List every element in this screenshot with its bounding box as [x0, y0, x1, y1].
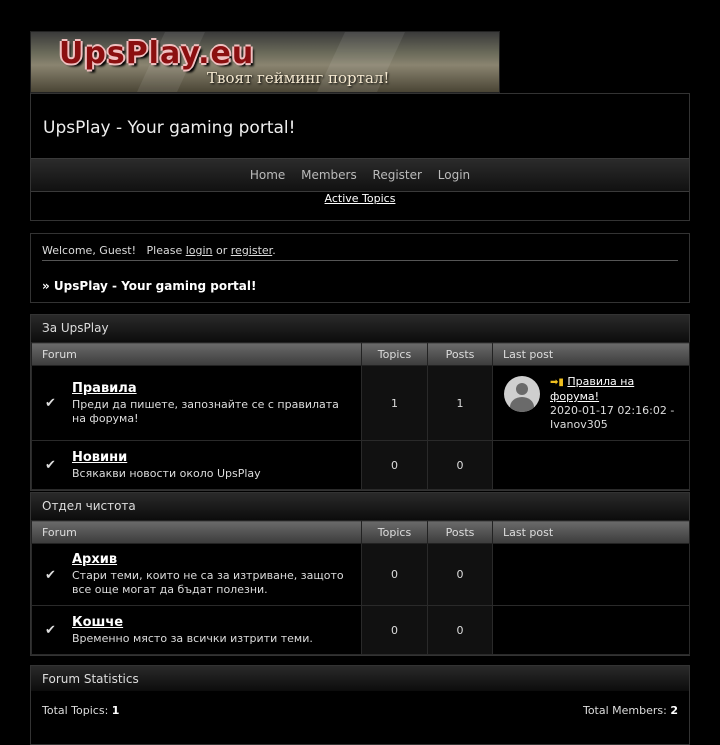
forum-table: Forum Topics Posts Last post ✔ Правила П…: [31, 342, 690, 490]
welcome-suffix: .: [272, 244, 276, 257]
forum-read-icon: ✔: [45, 623, 56, 638]
page-title: UpsPlay - Your gaming portal!: [43, 118, 296, 138]
col-forum: Forum: [31, 342, 362, 366]
forum-link-pravila[interactable]: Правила: [72, 381, 353, 396]
banner-logo: UpsPlay.eu: [59, 36, 255, 71]
forum-table: Forum Topics Posts Last post ✔ Архив Ста…: [31, 520, 690, 655]
table-row: ✔ Кошче Временно място за всички изтрити…: [31, 605, 690, 655]
col-posts: Posts: [427, 520, 493, 544]
active-topics-bar: Active Topics: [31, 192, 689, 205]
forum-description: Всякакви новости около UpsPlay: [72, 466, 261, 480]
nav-members[interactable]: Members: [301, 168, 357, 182]
welcome-box: Welcome, Guest! Please login or register…: [30, 233, 690, 303]
total-topics-label: Total Topics:: [42, 704, 109, 717]
forum-cell: ✔ Новини Всякакви новости около UpsPlay: [31, 440, 362, 490]
forum-link-arhiv[interactable]: Архив: [72, 552, 353, 567]
nav-home[interactable]: Home: [250, 168, 285, 182]
banner-tagline: Твоят гейминг портал!: [207, 69, 390, 87]
total-members-value: 2: [670, 704, 678, 717]
forum-statistics: Forum Statistics Total Topics: 1 Total M…: [30, 665, 690, 745]
total-topics-value: 1: [111, 704, 120, 717]
forum-cell: ✔ Кошче Временно място за всички изтрити…: [31, 605, 362, 655]
col-last-post: Last post: [492, 520, 690, 544]
last-post-author[interactable]: Ivanov305: [550, 418, 608, 431]
col-forum: Forum: [31, 520, 362, 544]
last-post-cell: [492, 605, 690, 655]
divider: [42, 260, 678, 261]
table-row: ✔ Правила Преди да пишете, запознайте се…: [31, 365, 690, 441]
avatar[interactable]: [504, 376, 540, 412]
topics-count: 0: [361, 440, 428, 490]
forum-read-icon: ✔: [45, 567, 56, 583]
total-topics: Total Topics: 1: [42, 704, 119, 717]
forum-description: Преди да пишете, запознайте се с правила…: [72, 397, 339, 425]
site-header: UpsPlay - Your gaming portal! Home Membe…: [30, 93, 690, 221]
posts-count: 1: [427, 365, 493, 441]
main-nav: Home Members Register Login: [31, 158, 689, 192]
table-row: ✔ Новини Всякакви новости около UpsPlay …: [31, 440, 690, 490]
forum-description: Временно място за всички изтрити теми.: [72, 631, 313, 645]
posts-count: 0: [427, 440, 493, 490]
nav-login[interactable]: Login: [438, 168, 470, 182]
forum-read-icon: ✔: [45, 396, 56, 411]
forum-link-novini[interactable]: Новини: [72, 450, 353, 465]
category-title[interactable]: За UpsPlay: [31, 315, 689, 342]
total-members: Total Members: 2: [583, 704, 678, 717]
topics-count: 0: [361, 543, 428, 606]
category-title[interactable]: Отдел чистота: [31, 493, 689, 520]
col-last-post: Last post: [492, 342, 690, 366]
welcome-or: or: [216, 244, 228, 257]
topics-count: 0: [361, 605, 428, 655]
welcome-line: Welcome, Guest! Please login or register…: [42, 244, 276, 257]
posts-count: 0: [427, 605, 493, 655]
new-post-icon: ➡▮: [550, 377, 564, 388]
stats-title: Forum Statistics: [31, 666, 689, 691]
col-topics: Topics: [361, 520, 428, 544]
last-post-cell: ➡▮ Правила на форума! 2020-01-17 02:16:0…: [492, 365, 690, 441]
nav-register[interactable]: Register: [373, 168, 422, 182]
last-post-cell: [492, 440, 690, 490]
last-post-datetime: 2020-01-17 02:16:02 -: [550, 404, 675, 417]
posts-count: 0: [427, 543, 493, 606]
login-link[interactable]: login: [186, 244, 213, 257]
forum-read-icon: ✔: [45, 458, 56, 473]
forum-link-koshche[interactable]: Кошче: [72, 615, 353, 630]
welcome-text: Welcome, Guest! Please: [42, 244, 183, 257]
topics-count: 1: [361, 365, 428, 441]
breadcrumb[interactable]: » UpsPlay - Your gaming portal!: [42, 279, 256, 293]
last-post-cell: [492, 543, 690, 606]
forum-cell: ✔ Правила Преди да пишете, запознайте се…: [31, 365, 362, 441]
forum-description: Стари теми, които не са за изтриване, за…: [72, 569, 344, 596]
site-banner[interactable]: UpsPlay.eu Твоят гейминг портал!: [30, 31, 500, 93]
total-members-label: Total Members:: [582, 704, 667, 717]
forum-cell: ✔ Архив Стари теми, които не са за изтри…: [31, 543, 362, 606]
col-topics: Topics: [361, 342, 428, 366]
active-topics-link[interactable]: Active Topics: [325, 192, 396, 205]
register-link[interactable]: register: [231, 244, 272, 257]
col-posts: Posts: [427, 342, 493, 366]
category-za-upsplay: За UpsPlay Forum Topics Posts Last post …: [30, 314, 690, 491]
category-otdel-chistota: Отдел чистота Forum Topics Posts Last po…: [30, 492, 690, 656]
table-row: ✔ Архив Стари теми, които не са за изтри…: [31, 543, 690, 606]
